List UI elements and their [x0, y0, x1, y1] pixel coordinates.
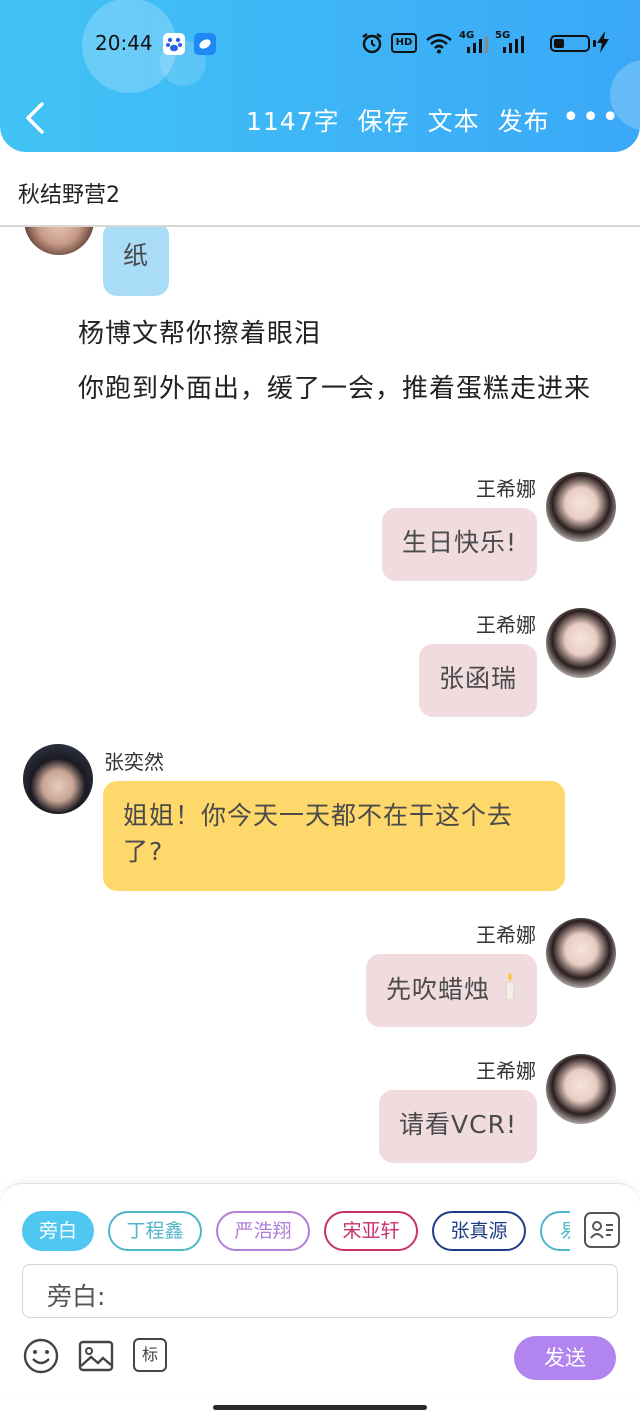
charging-bolt-icon [596, 31, 610, 58]
word-count: 1147字 [246, 107, 340, 136]
emoji-icon [23, 1338, 59, 1374]
document-title-bar: 秋结野营2 [0, 152, 640, 227]
baidu-paw-icon [163, 33, 185, 55]
status-time: 20:44 [95, 31, 153, 55]
candle-icon [503, 971, 517, 1011]
contacts-card-icon [590, 1221, 613, 1239]
screen: { "status_bar": { "time": "20:44", "icon… [0, 0, 640, 1423]
wifi-icon [425, 32, 453, 58]
narration-text: 杨博文帮你擦着眼泪 [78, 319, 322, 349]
header-actions: 1147字 保存 文本 发布 [246, 102, 550, 138]
narration-text: 你跑到外面出，缓了一会，推着蛋糕走进来 [78, 374, 592, 404]
4g-signal-icon [463, 36, 489, 58]
message-text: 纸 [123, 241, 150, 270]
battery-icon [550, 35, 590, 52]
avatar-wangxina[interactable] [546, 918, 616, 988]
avatar-partial[interactable] [24, 227, 94, 255]
message-bubble: 姐姐！你今天一天都不在干这个去了? [103, 781, 565, 891]
sender-name: 王希娜 [476, 477, 536, 501]
hd-icon: HD [391, 33, 417, 53]
message-text: 先吹蜡烛 [386, 975, 491, 1004]
message-bubble-partial: 纸 [103, 227, 170, 296]
message-bubble: 先吹蜡烛 [366, 954, 537, 1027]
contacts-card-button[interactable] [584, 1212, 620, 1248]
message-text: 姐姐！你今天一天都不在干这个去了? [123, 801, 514, 866]
save-button[interactable]: 保存 [358, 102, 410, 138]
role-chip[interactable]: 张真源 [432, 1211, 526, 1251]
avatar-zhangyiran[interactable] [23, 744, 93, 814]
message-bubble: 生日快乐! [381, 508, 537, 581]
text-button[interactable]: 文本 [428, 102, 480, 138]
role-chip-row[interactable]: 旁白 丁程鑫 严浩翔 宋亚轩 张真源 易 [22, 1211, 570, 1253]
message-text: 生日快乐! [401, 528, 517, 557]
more-menu-button[interactable]: ••• [562, 103, 621, 133]
sender-name: 王希娜 [476, 923, 536, 947]
image-icon [78, 1340, 114, 1372]
avatar-wangxina[interactable] [546, 608, 616, 678]
send-button[interactable]: 发送 [514, 1336, 616, 1380]
sender-name: 张奕然 [104, 750, 164, 774]
role-chip[interactable]: 易 [540, 1211, 570, 1251]
back-button[interactable] [22, 100, 48, 136]
message-text: 请看VCR! [399, 1110, 517, 1139]
alarm-icon [360, 31, 384, 59]
image-button[interactable] [78, 1338, 114, 1378]
top-app-bar: 20:44 HD 4G 5G 1147字 保存 文本 发布 ••• [0, 0, 640, 152]
app-blue-icon [194, 33, 216, 55]
message-bubble: 张函瑞 [418, 644, 537, 717]
5g-signal-icon [499, 36, 525, 58]
composer-panel: 旁白 丁程鑫 严浩翔 宋亚轩 张真源 易 旁白: 标 发送 [0, 1183, 640, 1395]
sender-name: 王希娜 [476, 613, 536, 637]
publish-button[interactable]: 发布 [498, 102, 550, 138]
home-indicator [213, 1405, 427, 1410]
role-chip-narration[interactable]: 旁白 [22, 1211, 94, 1251]
battery-level [554, 39, 564, 48]
avatar-wangxina[interactable] [546, 1054, 616, 1124]
document-title[interactable]: 秋结野营2 [18, 177, 120, 209]
role-chip[interactable]: 宋亚轩 [324, 1211, 418, 1251]
message-bubble: 请看VCR! [379, 1090, 537, 1163]
tag-button[interactable]: 标 [133, 1338, 167, 1372]
avatar-wangxina[interactable] [546, 472, 616, 542]
message-input[interactable]: 旁白: [22, 1264, 618, 1318]
role-chip[interactable]: 丁程鑫 [108, 1211, 202, 1251]
chevron-left-icon [26, 102, 44, 134]
chat-content: 纸 杨博文帮你擦着眼泪 你跑到外面出，缓了一会，推着蛋糕走进来 王希娜 生日快乐… [0, 227, 640, 1185]
sender-name: 王希娜 [476, 1059, 536, 1083]
input-role-label: 旁白: [47, 1282, 106, 1311]
role-chip[interactable]: 严浩翔 [216, 1211, 310, 1251]
emoji-button[interactable] [23, 1338, 59, 1378]
message-text: 张函瑞 [438, 664, 517, 693]
